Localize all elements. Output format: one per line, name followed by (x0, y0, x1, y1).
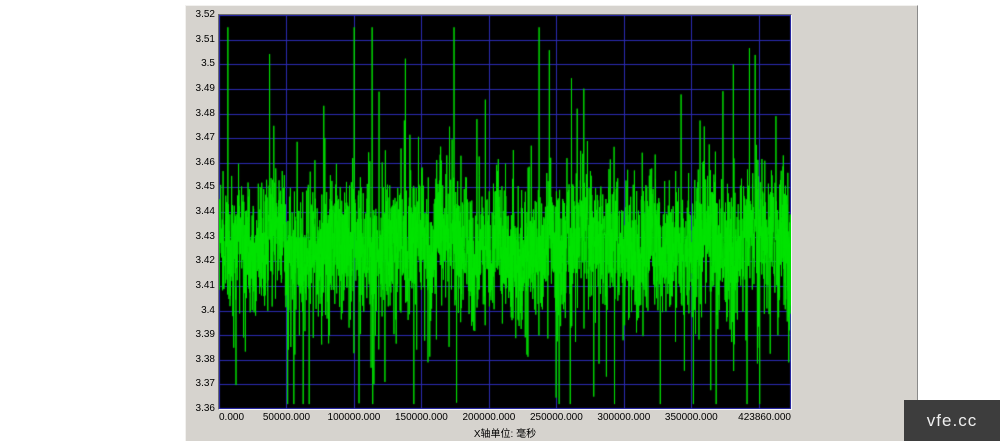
y-axis-tick-label: 3.48 (186, 108, 215, 119)
y-axis-tick-label: 3.39 (186, 329, 215, 340)
y-axis-tick-label: 3.51 (186, 34, 215, 45)
x-axis-tick-label: 200000.000 (462, 412, 515, 423)
x-axis-tick-label: 250000.000 (530, 412, 583, 423)
plot-area (218, 14, 792, 410)
x-axis-tick-label: 350000.000 (665, 412, 718, 423)
y-axis-tick-label: 3.43 (186, 231, 215, 242)
page: { "chart": { "axis_label": "X轴单位: 毫秒", "… (0, 0, 1000, 441)
y-axis-tick-label: 3.41 (186, 280, 215, 291)
y-axis-tick-label: 3.46 (186, 157, 215, 168)
watermark: vfe.cc (904, 400, 1000, 441)
x-axis-tick-label: 300000.000 (597, 412, 650, 423)
y-axis-tick-label: 3.4 (186, 305, 215, 316)
y-axis-tick-label: 3.52 (186, 9, 215, 20)
y-axis-tick-label: 3.38 (186, 354, 215, 365)
y-axis-tick-label: 3.42 (186, 255, 215, 266)
y-axis-tick-label: 3.5 (186, 58, 215, 69)
x-axis-unit-label: X轴单位: 毫秒 (218, 425, 792, 440)
y-axis-tick-label: 3.47 (186, 132, 215, 143)
y-axis-tick-label: 3.45 (186, 181, 215, 192)
waveform-canvas (219, 15, 791, 409)
x-axis-tick-label: 150000.000 (395, 412, 448, 423)
y-axis-tick-label: 3.44 (186, 206, 215, 217)
x-axis-tick-label: 50000.000 (263, 412, 310, 423)
y-axis-tick-label: 3.49 (186, 83, 215, 94)
y-axis-tick-label: 3.37 (186, 378, 215, 389)
x-axis-tick-label: 423860.000 (738, 412, 791, 423)
x-axis-tick-label: 100000.000 (328, 412, 381, 423)
y-axis-tick-label: 3.36 (186, 403, 215, 414)
watermark-text: vfe.cc (927, 411, 977, 431)
waveform-chart-panel: 3.52 3.51 3.5 3.49 3.48 3.47 3.46 3.45 3.44 3.43 3… (185, 5, 918, 441)
x-axis-tick-label: 0.000 (219, 412, 244, 423)
